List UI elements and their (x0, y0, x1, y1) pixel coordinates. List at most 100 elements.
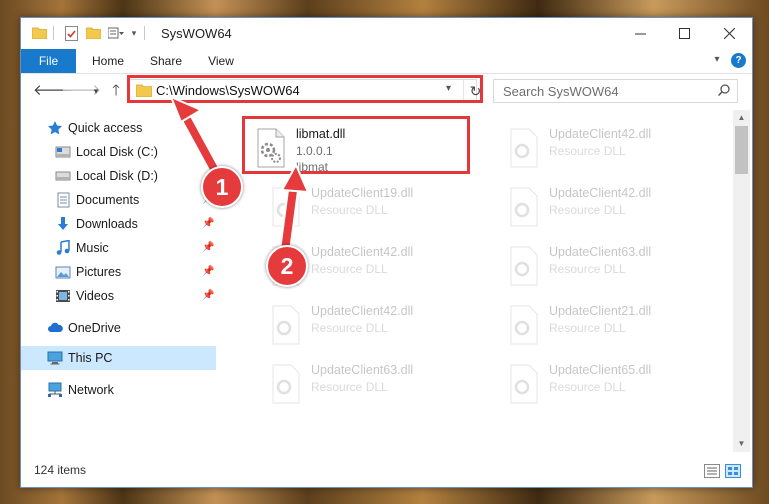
pin-icon[interactable]: 📌 (202, 218, 214, 229)
file-name: UpdateClient42.dll (311, 304, 414, 318)
videos-icon (55, 288, 71, 304)
dll-file-icon (507, 128, 541, 168)
folder-icon (31, 24, 47, 42)
file-name: UpdateClient63.dll (311, 363, 414, 377)
documents-icon (55, 192, 71, 208)
file-type: Resource DLL (311, 262, 388, 276)
drive-icon (55, 144, 71, 160)
sidebar-item-label: Local Disk (D:) (76, 169, 158, 183)
title-separator (144, 26, 145, 40)
file-type: Resource DLL (549, 203, 626, 217)
music-icon (55, 239, 71, 256)
sidebar-item-label: This PC (68, 351, 113, 365)
sidebar-item-label: OneDrive (68, 321, 121, 335)
sidebar-item-downloads[interactable]: Downloads 📌 (21, 212, 216, 236)
file-tile[interactable]: UpdateClient42.dll Resource DLL (499, 118, 729, 174)
window-title: SysWOW64 (161, 26, 232, 41)
sidebar-item-pictures[interactable]: Pictures 📌 (21, 260, 216, 284)
scroll-up-icon[interactable]: ▲ (733, 110, 750, 126)
file-type: Resource DLL (311, 321, 388, 335)
callout-step-2: 2 (266, 245, 308, 287)
file-type: Resource DLL (549, 380, 626, 394)
file-tile[interactable]: UpdateClient42.dll Resource DLL (261, 295, 491, 351)
tab-share[interactable]: Share (138, 49, 194, 73)
file-type: Resource DLL (311, 380, 388, 394)
customize-toolbar-icon[interactable] (107, 24, 125, 42)
file-tile[interactable]: UpdateClient21.dll Resource DLL (499, 295, 729, 351)
sidebar-item-onedrive[interactable]: OneDrive (21, 316, 216, 340)
search-placeholder: Search SysWOW64 (503, 84, 619, 99)
file-name: UpdateClient63.dll (549, 245, 652, 259)
sidebar-item-quick-access[interactable]: Quick access (21, 116, 216, 140)
file-tile[interactable]: UpdateClient19.dll Resource DLL (261, 177, 491, 233)
tiles-view-icon[interactable] (725, 464, 741, 478)
item-count: 124 items (34, 463, 87, 477)
file-type: Resource DLL (311, 203, 388, 217)
dll-file-icon (507, 246, 541, 286)
tab-file[interactable]: File (21, 49, 76, 73)
cloud-icon (47, 320, 63, 336)
file-type: Resource DLL (549, 144, 626, 158)
sidebar-item-network[interactable]: Network (21, 378, 216, 402)
pictures-icon (55, 264, 71, 280)
sidebar-item-videos[interactable]: Videos 📌 (21, 284, 216, 308)
search-box[interactable]: Search SysWOW64 (493, 79, 738, 103)
sidebar-item-label: Local Disk (C:) (76, 145, 158, 159)
dll-file-icon (507, 305, 541, 345)
file-tile[interactable]: UpdateClient65.dll Resource DLL (499, 354, 729, 410)
sidebar-item-label: Videos (76, 289, 114, 303)
computer-icon (47, 350, 63, 366)
file-name: UpdateClient42.dll (549, 127, 652, 141)
navigation-pane: Quick access Local Disk (C:) Local Disk … (21, 110, 216, 452)
pin-icon[interactable]: 📌 (202, 290, 214, 301)
title-separator (53, 26, 54, 40)
dll-file-icon (269, 305, 303, 345)
back-arrow-icon[interactable]: 🡐 (33, 82, 73, 100)
file-name: UpdateClient19.dll (311, 186, 414, 200)
scrollbar-thumb[interactable] (735, 126, 748, 174)
file-tile[interactable]: UpdateClient42.dll Resource DLL (499, 177, 729, 233)
properties-icon[interactable] (63, 24, 79, 42)
help-icon[interactable]: ? (731, 53, 746, 68)
scroll-down-icon[interactable]: ▼ (733, 436, 750, 452)
pin-icon[interactable]: 📌 (202, 266, 214, 277)
sidebar-item-music[interactable]: Music 📌 (21, 236, 216, 260)
new-folder-icon[interactable] (85, 24, 101, 42)
file-type: Resource DLL (549, 262, 626, 276)
details-view-icon[interactable] (704, 464, 720, 478)
tab-home[interactable]: Home (81, 49, 135, 73)
file-tile[interactable]: UpdateClient63.dll Resource DLL (499, 236, 729, 292)
vertical-scrollbar[interactable]: ▲ ▼ (733, 110, 750, 452)
close-button[interactable] (707, 18, 752, 49)
address-highlight-box (127, 75, 483, 103)
status-bar: 124 items (21, 456, 752, 487)
dll-file-icon (507, 187, 541, 227)
tab-view[interactable]: View (199, 49, 243, 73)
sidebar-item-local-disk-d[interactable]: Local Disk (D:) (21, 164, 216, 188)
file-tile[interactable]: UpdateClient63.dll Resource DLL (261, 354, 491, 410)
file-type: Resource DLL (549, 321, 626, 335)
minimize-button[interactable] (618, 18, 663, 49)
navigation-bar: 🡐 🡒 ▾ 🡑 C:\Windows\SysWOW64 ▾ ↻ Search S… (21, 74, 752, 108)
expand-ribbon-icon[interactable]: ▾ (710, 53, 724, 67)
dll-file-icon (269, 364, 303, 404)
file-name: UpdateClient21.dll (549, 304, 652, 318)
download-icon (55, 216, 71, 232)
forward-arrow-icon[interactable]: 🡒 (61, 82, 101, 100)
search-icon[interactable] (717, 84, 730, 97)
maximize-button[interactable] (662, 18, 707, 49)
sidebar-item-label: Downloads (76, 217, 138, 231)
quick-access-dropdown-icon[interactable]: ▾ (129, 24, 139, 42)
file-name: UpdateClient42.dll (549, 186, 652, 200)
file-explorer-window: ▾ SysWOW64 File Home Share View ▾ ? 🡐 🡒 … (20, 17, 753, 488)
sidebar-item-label: Network (68, 383, 114, 397)
sidebar-item-local-disk-c[interactable]: Local Disk (C:) (21, 140, 216, 164)
sidebar-item-this-pc[interactable]: This PC (21, 346, 216, 370)
sidebar-item-documents[interactable]: Documents 📌 (21, 188, 216, 212)
recent-locations-icon[interactable]: ▾ (87, 82, 105, 100)
file-highlight-box (242, 116, 470, 174)
network-icon (47, 382, 63, 398)
pin-icon[interactable]: 📌 (202, 242, 214, 253)
title-bar: ▾ SysWOW64 (21, 18, 752, 49)
up-arrow-icon[interactable]: 🡑 (107, 82, 125, 100)
